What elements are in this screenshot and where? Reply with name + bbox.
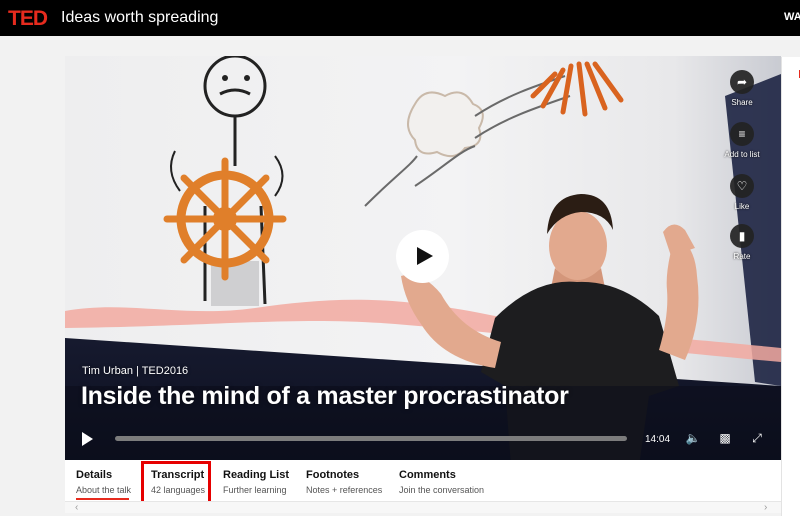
tab-comments[interactable]: Comments Join the conversation bbox=[399, 469, 484, 495]
play-icon[interactable] bbox=[81, 432, 95, 446]
rate-label: Rate bbox=[733, 252, 751, 261]
share-action[interactable]: ➦ Share bbox=[725, 70, 759, 107]
share-icon: ➦ bbox=[730, 70, 754, 94]
related-sidebar bbox=[781, 57, 800, 516]
add-to-list-label: Add to list bbox=[724, 150, 760, 159]
tab-reading-list-sub: Further learning bbox=[223, 485, 287, 495]
tab-reading-list[interactable]: Reading List Further learning bbox=[223, 469, 289, 495]
subtitles-icon[interactable]: ▩ bbox=[717, 430, 733, 446]
tab-comments-title: Comments bbox=[399, 469, 456, 481]
transcript-highlight-annotation bbox=[141, 461, 211, 506]
top-bar: TED Ideas worth spreading WA bbox=[0, 0, 800, 36]
rate-action[interactable]: ▮ Rate bbox=[725, 224, 759, 261]
active-tab-underline bbox=[76, 498, 129, 500]
tab-comments-sub: Join the conversation bbox=[399, 485, 485, 495]
tab-details-sub: About the talk bbox=[76, 485, 132, 495]
ted-logo[interactable]: TED bbox=[8, 7, 48, 31]
big-play-button[interactable] bbox=[396, 230, 449, 283]
scroll-left-icon[interactable]: ‹ bbox=[75, 502, 78, 513]
add-to-list-action[interactable]: ≡ Add to list bbox=[724, 122, 760, 159]
duration: 14:04 bbox=[645, 434, 671, 445]
tab-details[interactable]: Details About the talk bbox=[76, 469, 131, 495]
share-label: Share bbox=[731, 98, 753, 107]
like-action[interactable]: ♡ Like bbox=[725, 174, 759, 211]
like-label: Like bbox=[734, 202, 750, 211]
video-controls: 14:04 🔈 ▩ ⤢ bbox=[65, 426, 781, 460]
tabs-scrollbar[interactable]: ‹ › bbox=[65, 501, 781, 513]
fullscreen-icon[interactable]: ⤢ bbox=[749, 430, 765, 446]
tab-details-title: Details bbox=[76, 469, 113, 481]
add-to-list-icon: ≡ bbox=[730, 122, 754, 146]
progress-bar[interactable] bbox=[115, 436, 627, 441]
tab-reading-list-title: Reading List bbox=[223, 469, 290, 481]
scroll-right-icon[interactable]: › bbox=[764, 502, 767, 513]
talk-title: Inside the mind of a master procrastinat… bbox=[81, 382, 569, 410]
video-player[interactable]: ➦ Share ≡ Add to list ♡ Like ▮ Rate Tim … bbox=[65, 56, 781, 460]
heart-icon: ♡ bbox=[730, 174, 754, 198]
bar-chart-icon: ▮ bbox=[730, 224, 754, 248]
tab-footnotes[interactable]: Footnotes Notes + references bbox=[306, 469, 382, 495]
top-nav-watch[interactable]: WA bbox=[784, 11, 800, 23]
speaker-event: Tim Urban | TED2016 bbox=[82, 365, 189, 377]
tab-footnotes-title: Footnotes bbox=[306, 469, 360, 481]
volume-icon[interactable]: 🔈 bbox=[685, 430, 701, 446]
tab-footnotes-sub: Notes + references bbox=[306, 485, 383, 495]
tagline: Ideas worth spreading bbox=[61, 9, 219, 26]
